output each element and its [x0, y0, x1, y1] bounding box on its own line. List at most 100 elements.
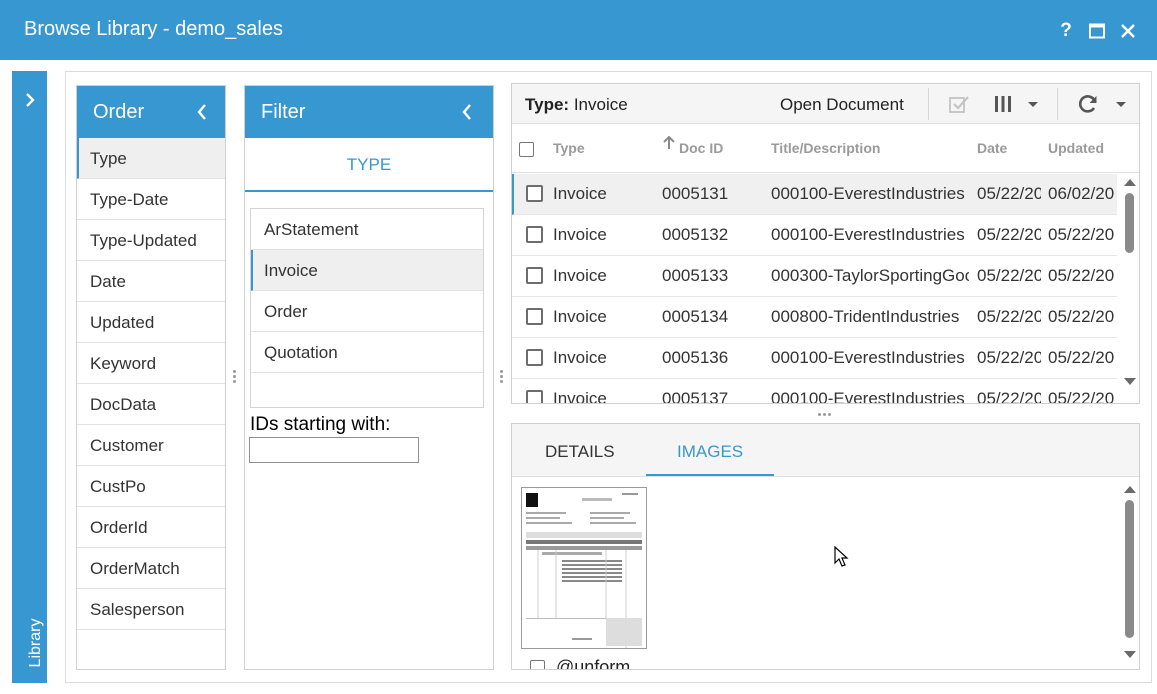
select-all-checkbox[interactable]: [519, 142, 534, 157]
order-item-type-updated[interactable]: Type-Updated: [77, 220, 225, 261]
cell-updated: 06/02/20: [1048, 184, 1115, 203]
tab-details[interactable]: DETAILS: [545, 442, 615, 462]
open-document-button[interactable]: Open Document: [780, 95, 904, 115]
columns-icon[interactable]: [992, 93, 1014, 115]
check-all-icon[interactable]: [948, 93, 970, 115]
chevron-left-icon[interactable]: [192, 102, 212, 122]
cell-title: 000100-EverestIndustries: [771, 389, 965, 403]
type-indicator-value: Invoice: [573, 95, 628, 114]
library-side-rail[interactable]: Library: [12, 71, 47, 683]
grid-body: Invoice 0005131 000100-EverestIndustries…: [512, 174, 1117, 403]
cell-doc-id: 0005133: [662, 266, 729, 285]
filter-panel-header: Filter: [245, 86, 493, 138]
order-item-keyword[interactable]: Keyword: [77, 343, 225, 384]
library-main-area: Order Type Type-Date Type-Updated Date U…: [65, 71, 1152, 683]
image-select-checkbox[interactable]: [530, 660, 545, 669]
help-button[interactable]: ?: [1055, 20, 1077, 42]
grid-scrollbar[interactable]: [1123, 179, 1137, 401]
grid-scroll-thumb[interactable]: [1125, 193, 1134, 253]
type-indicator: Type: Invoice: [525, 95, 628, 115]
row-checkbox[interactable]: [526, 226, 543, 243]
cell-doc-id: 0005134: [662, 307, 729, 326]
document-grid-panel: Type: Invoice Open Document Type Doc ID …: [511, 83, 1140, 404]
cell-date: 05/22/20: [977, 266, 1041, 285]
cell-updated: 05/22/20: [1048, 307, 1115, 326]
cell-date: 05/22/20: [977, 389, 1041, 403]
window-title: Browse Library - demo_sales: [24, 18, 283, 40]
type-item-order[interactable]: Order: [251, 291, 483, 332]
order-item-type-date[interactable]: Type-Date: [77, 179, 225, 220]
maximize-button[interactable]: [1086, 20, 1108, 42]
mouse-cursor-icon: [834, 546, 849, 567]
order-panel-title: Order: [93, 101, 145, 123]
order-item-date[interactable]: Date: [77, 261, 225, 302]
type-item-invoice[interactable]: Invoice: [251, 250, 483, 291]
order-item-custpo[interactable]: CustPo: [77, 466, 225, 507]
type-item-arstatement[interactable]: ArStatement: [251, 209, 483, 250]
order-item-customer[interactable]: Customer: [77, 425, 225, 466]
tab-images[interactable]: IMAGES: [677, 442, 743, 462]
column-header-doc-id[interactable]: Doc ID: [679, 140, 723, 156]
cell-date: 05/22/20: [977, 348, 1041, 367]
row-checkbox[interactable]: [526, 185, 543, 202]
column-header-title[interactable]: Title/Description: [771, 140, 880, 156]
chevron-right-icon[interactable]: [21, 91, 39, 109]
refresh-dropdown-icon[interactable]: [1112, 93, 1130, 115]
scroll-up-arrow-icon[interactable]: [1124, 486, 1136, 493]
cell-type: Invoice: [553, 225, 607, 244]
detail-scroll-thumb[interactable]: [1125, 500, 1134, 638]
close-icon: [1121, 24, 1135, 38]
document-image-thumbnail[interactable]: [521, 487, 647, 649]
scroll-down-arrow-icon[interactable]: [1124, 378, 1136, 385]
row-checkbox[interactable]: [526, 267, 543, 284]
cell-date: 05/22/20: [977, 225, 1041, 244]
row-checkbox[interactable]: [526, 390, 543, 403]
horizontal-splitter-handle[interactable]: [818, 413, 831, 418]
table-row[interactable]: Invoice 0005131 000100-EverestIndustries…: [512, 174, 1117, 215]
invoice-thumbnail-icon: [526, 493, 642, 648]
cell-title: 000800-TridentIndustries: [771, 307, 960, 326]
row-checkbox[interactable]: [526, 308, 543, 325]
order-item-ordermatch[interactable]: OrderMatch: [77, 548, 225, 589]
detail-panel: DETAILS IMAGES @unform: [511, 423, 1140, 670]
detail-scrollbar[interactable]: [1123, 486, 1137, 664]
type-item-quotation[interactable]: Quotation: [251, 332, 483, 373]
columns-dropdown-icon[interactable]: [1024, 93, 1042, 115]
order-item-docdata[interactable]: DocData: [77, 384, 225, 425]
browse-library-window: Browse Library - demo_sales ? Library Or…: [0, 0, 1157, 694]
order-item-orderid[interactable]: OrderId: [77, 507, 225, 548]
cell-type: Invoice: [553, 307, 607, 326]
library-rail-label: Library: [27, 618, 44, 668]
table-row[interactable]: Invoice 0005133 000300-TaylorSportingGoo…: [512, 256, 1117, 297]
scroll-up-arrow-icon[interactable]: [1124, 179, 1136, 186]
column-header-type[interactable]: Type: [553, 140, 585, 156]
cell-doc-id: 0005132: [662, 225, 729, 244]
title-bar[interactable]: Browse Library - demo_sales ?: [0, 0, 1157, 60]
order-item-updated[interactable]: Updated: [77, 302, 225, 343]
ids-starting-with-input[interactable]: [249, 437, 419, 463]
scroll-down-arrow-icon[interactable]: [1124, 651, 1136, 658]
order-item-salesperson[interactable]: Salesperson: [77, 589, 225, 630]
column-header-updated[interactable]: Updated: [1048, 140, 1104, 156]
table-row[interactable]: Invoice 0005137 000100-EverestIndustries…: [512, 379, 1117, 403]
cell-type: Invoice: [553, 389, 607, 403]
order-item-type[interactable]: Type: [77, 138, 225, 179]
ids-starting-with-label: IDs starting with:: [250, 414, 391, 435]
cell-title: 000300-TaylorSportingGoods: [771, 266, 969, 285]
cell-type: Invoice: [553, 266, 607, 285]
table-row[interactable]: Invoice 0005134 000800-TridentIndustries…: [512, 297, 1117, 338]
column-header-date[interactable]: Date: [977, 140, 1007, 156]
refresh-icon[interactable]: [1077, 93, 1099, 115]
filter-splitter-handle[interactable]: [500, 370, 504, 384]
row-checkbox[interactable]: [526, 349, 543, 366]
grid-header-row: Type Doc ID Title/Description Date Updat…: [512, 124, 1139, 173]
window-body: Library Order Type Type-Date Type-Update…: [0, 60, 1157, 694]
tab-type[interactable]: TYPE: [245, 138, 493, 192]
sort-ascending-icon[interactable]: [663, 136, 675, 150]
table-row[interactable]: Invoice 0005132 000100-EverestIndustries…: [512, 215, 1117, 256]
cell-doc-id: 0005131: [662, 184, 729, 203]
table-row[interactable]: Invoice 0005136 000100-EverestIndustries…: [512, 338, 1117, 379]
close-button[interactable]: [1117, 20, 1139, 42]
chevron-left-icon[interactable]: [457, 102, 477, 122]
order-splitter-handle[interactable]: [233, 370, 237, 384]
